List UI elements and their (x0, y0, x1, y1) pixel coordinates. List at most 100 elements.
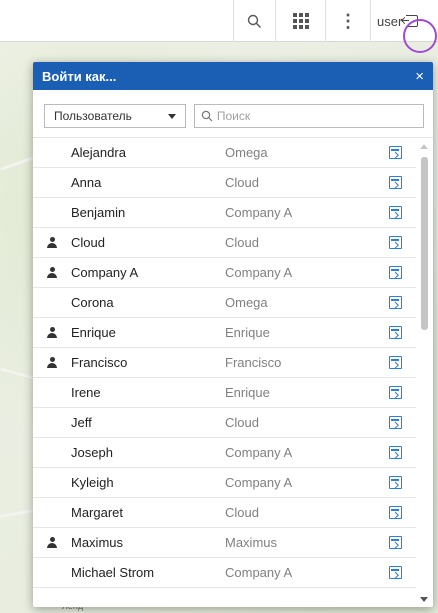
apps-button[interactable] (275, 0, 325, 42)
user-row[interactable]: Company A Company A (33, 258, 416, 288)
search-field[interactable] (193, 104, 424, 128)
apps-grid-icon (292, 13, 309, 29)
user-row[interactable]: Anna Cloud (33, 168, 416, 198)
user-company: Company A (225, 445, 293, 460)
more-menu-button[interactable]: ⋮ (325, 0, 370, 42)
user-row[interactable]: Irene Enrique (33, 378, 416, 408)
login-as-button[interactable] (375, 476, 416, 489)
user-list: Alejandra Omega Anna Cloud Benjamin Company A… (33, 137, 433, 607)
user-row[interactable]: Corona Omega (33, 288, 416, 318)
user-name: Margaret (71, 505, 124, 520)
login-icon (389, 296, 402, 309)
user-name: Irene (71, 385, 101, 400)
user-row[interactable]: Enrique Enrique (33, 318, 416, 348)
login-icon (389, 416, 402, 429)
user-name: Joseph (71, 445, 113, 460)
person-icon (47, 266, 57, 279)
user-type-slot (33, 236, 71, 249)
login-as-button[interactable] (375, 566, 416, 579)
user-company: Enrique (225, 325, 270, 340)
user-type-slot (33, 266, 71, 279)
login-as-button[interactable] (375, 206, 416, 219)
user-row[interactable]: Alejandra Omega (33, 138, 416, 168)
user-company: Company A (225, 565, 293, 580)
user-menu-button[interactable]: user (370, 0, 438, 42)
user-name: Jeff (71, 415, 92, 430)
user-row[interactable]: Cloud Cloud (33, 228, 416, 258)
login-icon (389, 446, 402, 459)
login-as-button[interactable] (375, 416, 416, 429)
login-as-button[interactable] (375, 386, 416, 399)
role-select-value: Пользователь (54, 109, 132, 123)
login-icon (389, 326, 402, 339)
user-company: Enrique (225, 385, 270, 400)
map-road (0, 156, 34, 171)
login-icon (389, 236, 402, 249)
login-icon (389, 176, 402, 189)
login-icon (389, 566, 402, 579)
scroll-thumb[interactable] (421, 157, 428, 330)
user-row[interactable]: Kyleigh Company A (33, 468, 416, 498)
scroll-up-arrow[interactable] (420, 144, 428, 149)
user-row[interactable]: Maximus Maximus (33, 528, 416, 558)
login-as-button[interactable] (375, 506, 416, 519)
search-button[interactable] (233, 0, 275, 42)
filter-row: Пользователь (33, 90, 433, 137)
user-name: Maximus (71, 535, 124, 550)
map-road (0, 509, 35, 518)
person-icon (47, 536, 57, 549)
user-row[interactable]: Francisco Francisco (33, 348, 416, 378)
user-company: Cloud (225, 235, 259, 250)
user-name: Michael Strom (71, 565, 155, 580)
login-icon (389, 356, 402, 369)
search-icon (247, 14, 261, 28)
user-type-slot (33, 356, 71, 369)
role-select[interactable]: Пользователь (44, 104, 186, 128)
user-company: Company A (225, 205, 293, 220)
user-name: Corona (71, 295, 114, 310)
user-company: Company A (225, 265, 293, 280)
chevron-down-icon (167, 113, 176, 119)
user-row[interactable]: Michael Strom Company A (33, 558, 416, 588)
login-as-button[interactable] (375, 296, 416, 309)
dialog-header: Войти как... × (33, 62, 433, 90)
login-icon (389, 266, 402, 279)
person-icon (47, 326, 57, 339)
scroll-down-arrow[interactable] (420, 597, 428, 602)
user-row[interactable]: Benjamin Company A (33, 198, 416, 228)
user-row[interactable]: Joseph Company A (33, 438, 416, 468)
user-company: Cloud (225, 505, 259, 520)
search-input[interactable] (216, 109, 417, 123)
login-as-button[interactable] (375, 266, 416, 279)
user-name: Francisco (71, 355, 128, 370)
user-name: Company A (71, 265, 139, 280)
login-icon (389, 476, 402, 489)
user-row[interactable]: Jeff Cloud (33, 408, 416, 438)
user-name: Benjamin (71, 205, 126, 220)
login-as-button[interactable] (375, 236, 416, 249)
dialog-title: Войти как... (42, 68, 117, 84)
user-row[interactable]: Margaret Cloud (33, 498, 416, 528)
user-company: Company A (225, 475, 293, 490)
user-company: Omega (225, 295, 268, 310)
login-as-button[interactable] (375, 446, 416, 459)
user-type-slot (33, 536, 71, 549)
person-icon (47, 236, 57, 249)
user-label: user (377, 13, 403, 29)
close-icon[interactable]: × (415, 68, 424, 85)
login-as-button[interactable] (375, 146, 416, 159)
login-icon (389, 506, 402, 519)
user-list-rows: Alejandra Omega Anna Cloud Benjamin Company A… (33, 138, 416, 588)
login-icon (389, 536, 402, 549)
search-icon (201, 110, 213, 122)
login-as-button[interactable] (375, 536, 416, 549)
login-as-button[interactable] (375, 176, 416, 189)
scrollbar[interactable] (416, 138, 433, 607)
exit-icon[interactable] (402, 15, 419, 27)
user-name: Anna (71, 175, 102, 190)
user-company: Cloud (225, 415, 259, 430)
user-name: Enrique (71, 325, 116, 340)
user-name: Kyleigh (71, 475, 114, 490)
login-as-button[interactable] (375, 326, 416, 339)
login-as-button[interactable] (375, 356, 416, 369)
